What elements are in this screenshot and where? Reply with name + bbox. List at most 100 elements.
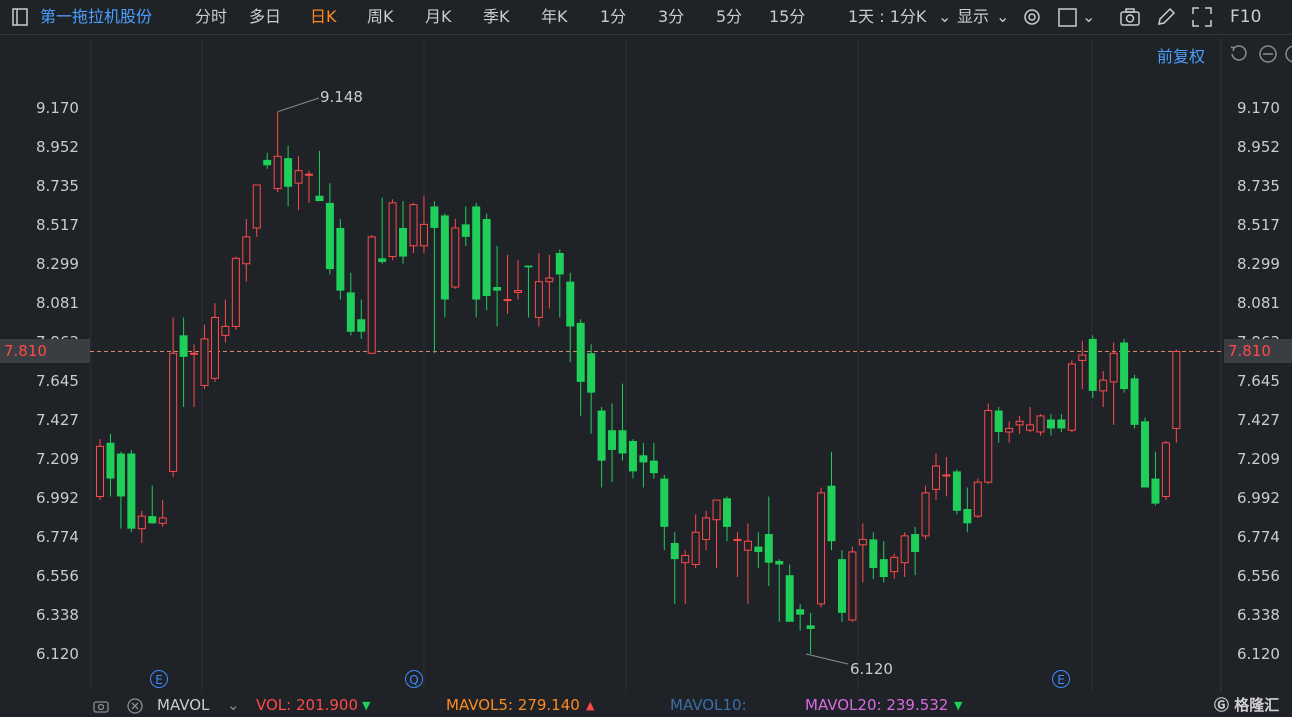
display-menu[interactable]: 显示 [957, 0, 989, 34]
event-marker-e2[interactable]: E [1052, 670, 1070, 688]
stock-name[interactable]: 第一拖拉机股份 [40, 0, 152, 34]
sidebar-toggle-icon[interactable] [8, 5, 32, 29]
tab-period-4[interactable]: 月K [425, 0, 452, 34]
candle-body-up [921, 492, 930, 537]
candle-body-up [409, 204, 418, 247]
candle-body-up [367, 236, 376, 354]
current-price-left: 7.810 [0, 339, 90, 363]
y-tick-label: 6.774 [1237, 528, 1280, 546]
candle-body-down [963, 508, 972, 524]
candle-body-down [723, 498, 731, 527]
candle-body-down [284, 158, 293, 187]
tab-period-10[interactable]: 15分 [769, 0, 805, 34]
candle-body-down [911, 534, 920, 552]
candle-body-up [96, 445, 104, 497]
checkbox-icon[interactable] [1056, 5, 1080, 29]
indicator-chevron-icon[interactable]: ⌄ [227, 694, 240, 717]
event-marker-e1[interactable]: E [150, 670, 168, 688]
range-select[interactable]: 1天 : 1分K [848, 0, 926, 34]
low-leader-line [805, 653, 849, 665]
candle-body-down [378, 258, 387, 262]
candle-body-up [451, 227, 460, 288]
camera-icon[interactable] [1118, 5, 1142, 29]
tab-period-2[interactable]: 日K [310, 0, 337, 34]
indicator-settings-icon[interactable] [92, 697, 110, 715]
candle-body-up [1067, 363, 1076, 431]
candle-body-up [1005, 427, 1014, 433]
candle-body-down [670, 543, 679, 560]
candle-body-down [555, 253, 564, 275]
mavol20-value: MAVOL20: 239.532 [805, 696, 949, 714]
checkbox-chevron-icon[interactable]: ⌄ [1082, 0, 1095, 34]
candlestick-chart[interactable] [90, 38, 1222, 692]
zoom-in-icon[interactable] [1284, 44, 1292, 64]
candle-body-down [649, 460, 658, 474]
watermark-text: 格隆汇 [1234, 696, 1280, 714]
gear-icon[interactable] [1020, 5, 1044, 29]
candle-body-down [1088, 338, 1097, 391]
candle-body-down [608, 430, 617, 450]
mavol5-up-arrow-icon: ▲ [586, 699, 595, 712]
candle-body-up [514, 290, 522, 293]
candle-body-up [545, 277, 554, 283]
candle-body-down [493, 287, 502, 291]
candle-body-up [1036, 415, 1045, 433]
candle-body-down [127, 453, 136, 529]
display-chevron-icon[interactable]: ⌄ [996, 0, 1009, 34]
candle-body-up [1161, 442, 1170, 497]
candle-body-down [597, 410, 606, 461]
candle-body-down [869, 539, 878, 569]
candle-body-up [817, 492, 826, 605]
candle-body-down [346, 292, 355, 332]
candle-body-down [837, 559, 846, 613]
tab-period-1[interactable]: 多日 [249, 0, 281, 34]
candle-body-down [994, 410, 1003, 433]
candle-body-down [827, 485, 836, 542]
y-tick-label: 6.556 [1237, 567, 1280, 585]
candle-body-up [273, 155, 282, 190]
candle-body-down [587, 353, 596, 393]
y-tick-label: 8.081 [1237, 294, 1280, 312]
y-tick-label: 6.992 [1237, 489, 1280, 507]
candle-body-up [942, 474, 951, 477]
pencil-icon[interactable] [1154, 5, 1178, 29]
y-tick-label: 9.170 [1237, 99, 1280, 117]
fullscreen-icon[interactable] [1190, 5, 1214, 29]
candle-body-down [263, 159, 272, 166]
tab-period-8[interactable]: 3分 [658, 0, 684, 34]
zoom-out-icon[interactable] [1258, 44, 1278, 64]
candle-body-down [952, 471, 961, 511]
tab-period-6[interactable]: 年K [541, 0, 568, 34]
y-tick-label: 6.120 [1237, 645, 1280, 663]
candle-body-up [858, 538, 867, 546]
candle-body-down [775, 560, 784, 565]
candle-body-up [1015, 420, 1024, 426]
candle-body-down [315, 195, 324, 202]
indicator-name[interactable]: MAVOL [157, 694, 209, 717]
range-chevron-icon[interactable]: ⌄ [938, 0, 951, 34]
tab-period-7[interactable]: 1分 [600, 0, 626, 34]
candle-body-down [1057, 419, 1066, 429]
vol-value: VOL: 201.900 [256, 696, 359, 714]
candle-body-up [973, 481, 982, 517]
event-marker-q[interactable]: Q [405, 670, 423, 688]
candle-body-down [639, 455, 648, 463]
tab-period-0[interactable]: 分时 [195, 0, 227, 34]
mavol5-value: MAVOL5: 279.140 [446, 696, 580, 714]
f10-button[interactable]: F10 [1230, 0, 1261, 34]
candle-body-up [137, 515, 146, 530]
candle-body-down [430, 206, 439, 228]
candle-body-up [169, 352, 178, 472]
tab-period-5[interactable]: 季K [483, 0, 510, 34]
candle-body-down [179, 335, 188, 357]
y-tick-label: 7.209 [1237, 450, 1280, 468]
indicator-close-icon[interactable] [126, 697, 144, 715]
mavol20-down-arrow-icon: ▼ [954, 699, 963, 712]
tab-period-3[interactable]: 周K [367, 0, 394, 34]
candle-body-down [618, 430, 627, 454]
high-leader-line [277, 97, 320, 113]
tab-period-9[interactable]: 5分 [716, 0, 742, 34]
reset-icon[interactable] [1228, 44, 1248, 64]
candle-body-down [461, 224, 470, 237]
candle-body-up [1099, 379, 1108, 392]
